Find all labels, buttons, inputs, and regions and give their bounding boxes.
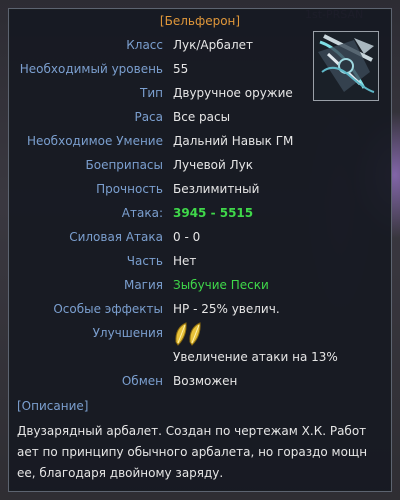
stat-row-skill: Необходимое Умение Дальний Навык ГМ (9, 130, 393, 154)
stat-label: Класс (126, 38, 163, 52)
stat-row-type: Тип Двуручное оружие (9, 82, 393, 106)
item-stats: Класс Лук/Арбалет Необходимый уровень 55… (9, 34, 393, 394)
item-tooltip: [Бельферон] Класс Лук/Арбалет Необходимы… (8, 8, 392, 492)
stat-label: Улучшения (92, 326, 163, 340)
stat-label: Часть (126, 254, 163, 268)
stat-label: Атака: (121, 206, 163, 220)
stat-row-durability: Прочность Безлимитный (9, 178, 393, 202)
item-description: Двузарядный арбалет. Создан по чертежам … (17, 424, 368, 480)
stat-value: 55 (173, 62, 189, 76)
stat-value: Лучевой Лук (173, 158, 253, 172)
stat-label: Обмен (121, 374, 163, 388)
stat-value: Все расы (173, 110, 231, 124)
item-title: [Бельферон] (159, 14, 241, 28)
stat-label: Особые эффекты (53, 302, 163, 316)
stat-value: Дальний Навык ГМ (173, 134, 294, 148)
description-title: [Описание] (17, 399, 89, 413)
stat-row-enhancement-bonus: Увеличение атаки на 13% (9, 346, 393, 370)
stat-label: Необходимое Умение (26, 134, 163, 148)
stat-row-ammo: Боеприпасы Лучевой Лук (9, 154, 393, 178)
enhancement-bonus-value: Увеличение атаки на 13% (173, 350, 338, 364)
stat-row-level: Необходимый уровень 55 (9, 58, 393, 82)
stat-row-race: Раса Все расы (9, 106, 393, 130)
stat-value: Лук/Арбалет (173, 38, 254, 52)
stat-label: Силовая Атака (69, 230, 163, 244)
stat-label: Прочность (96, 182, 163, 196)
stat-row-attack: Атака: 3945 - 5515 (9, 202, 393, 226)
stat-row-part: Часть Нет (9, 250, 393, 274)
stat-value: Безлимитный (173, 182, 260, 196)
stat-row-magic: Магия Зыбучие Пески (9, 274, 393, 298)
stat-label: Тип (140, 86, 163, 100)
stat-label: Магия (123, 278, 163, 292)
stat-row-power-attack: Силовая Атака 0 - 0 (9, 226, 393, 250)
stat-value: Возможен (173, 374, 238, 388)
stat-label: Раса (134, 110, 163, 124)
attack-value: 3945 - 5515 (173, 206, 254, 220)
stat-value: HP - 25% увелич. (173, 302, 280, 316)
stat-row-class: Класс Лук/Арбалет (9, 34, 393, 58)
stat-label: Необходимый уровень (19, 62, 163, 76)
stat-value: Нет (173, 254, 197, 268)
stat-row-trade: Обмен Возможен (9, 370, 393, 394)
stat-label: Боеприпасы (85, 158, 164, 172)
stat-row-special-effects: Особые эффекты HP - 25% увелич. (9, 298, 393, 322)
stat-value: Двуручное оружие (173, 86, 293, 100)
feather-icon (189, 322, 201, 346)
stat-row-enhancements: Улучшения (9, 322, 393, 346)
stat-value: 0 - 0 (173, 230, 201, 244)
magic-value: Зыбучие Пески (173, 278, 269, 292)
